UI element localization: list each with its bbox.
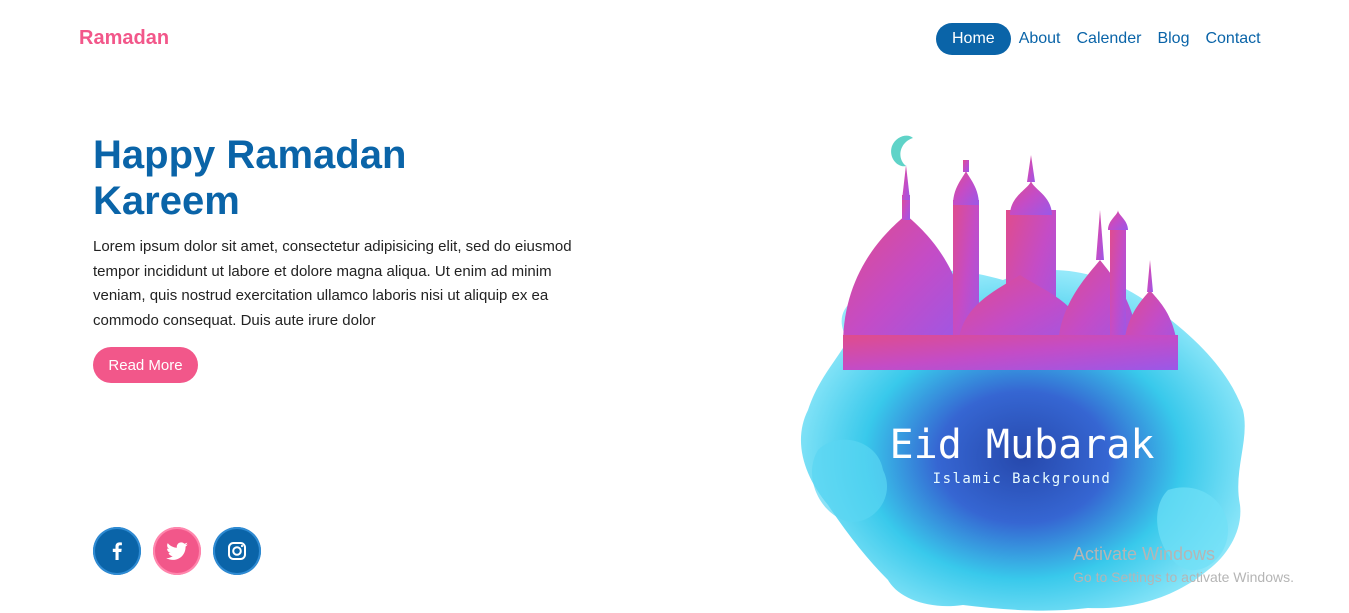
facebook-button[interactable] — [93, 527, 141, 575]
page: Ramadan Home About Calender Blog Contact… — [0, 0, 1349, 613]
read-more-button[interactable]: Read More — [93, 347, 198, 383]
illustration-subtitle: Islamic Background — [933, 471, 1112, 487]
brand-logo[interactable]: Ramadan — [79, 27, 169, 50]
nav-calender[interactable]: Calender — [1069, 23, 1150, 55]
hero-text: Lorem ipsum dolor sit amet, consectetur … — [93, 238, 572, 329]
main-nav: Home About Calender Blog Contact — [936, 23, 1269, 55]
instagram-button[interactable] — [213, 527, 261, 575]
instagram-icon — [228, 542, 246, 560]
hero-title: Happy Ramadan Kareem — [93, 133, 407, 223]
activate-windows-subtitle: Go to Settings to activate Windows. — [1073, 569, 1294, 585]
nav-about[interactable]: About — [1011, 23, 1069, 55]
nav-contact[interactable]: Contact — [1197, 23, 1268, 55]
facebook-icon — [112, 542, 122, 560]
activate-windows-title: Activate Windows — [1073, 544, 1216, 564]
twitter-button[interactable] — [153, 527, 201, 575]
nav-home[interactable]: Home — [936, 23, 1011, 55]
illustration-title: Eid Mubarak — [890, 422, 1155, 468]
nav-blog[interactable]: Blog — [1149, 23, 1197, 55]
eid-mubarak-illustration: Eid Mubarak Islamic Background — [800, 135, 1245, 611]
twitter-icon — [166, 542, 188, 560]
